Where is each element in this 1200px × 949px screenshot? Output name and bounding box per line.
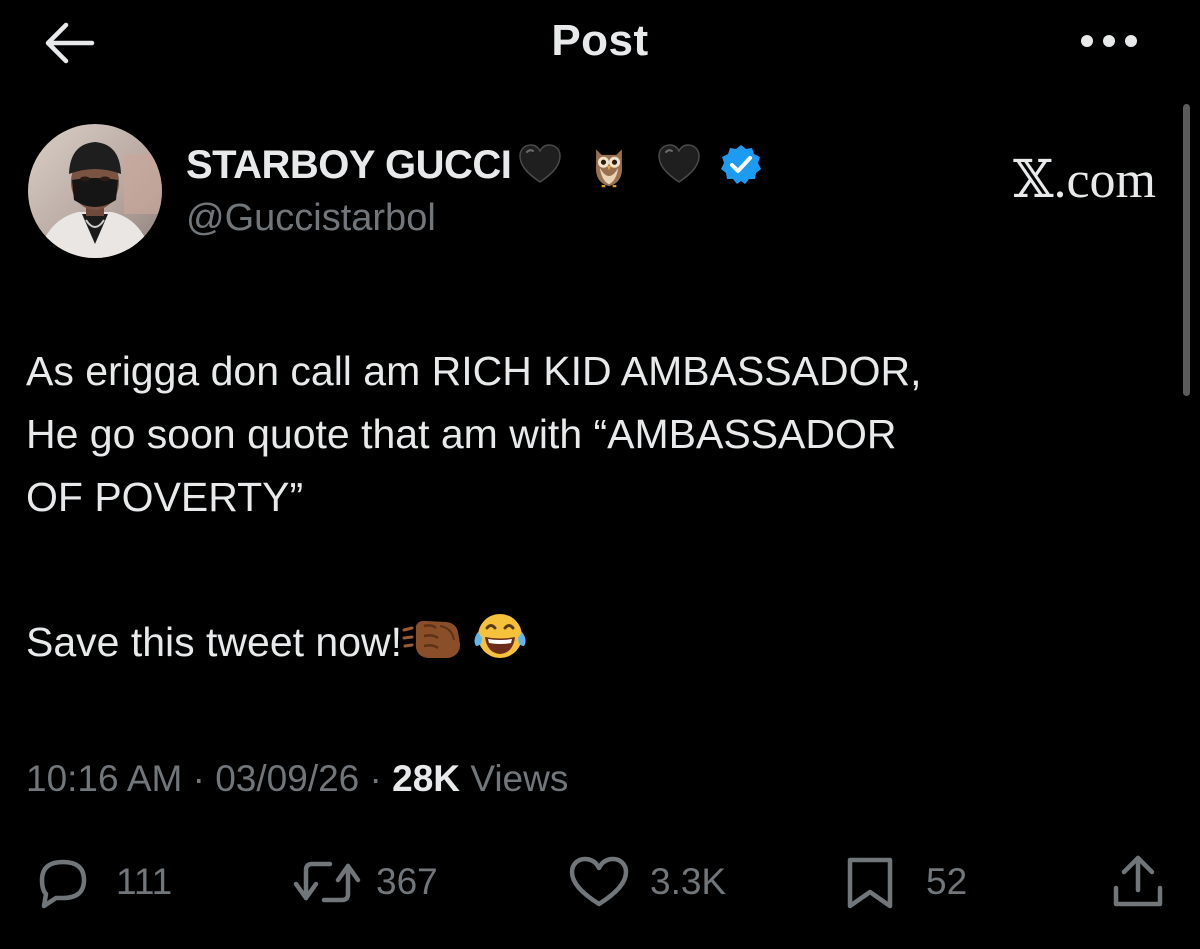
tears-of-joy-emoji-icon xyxy=(474,614,526,658)
author-name[interactable]: STARBOY GUCCI xyxy=(186,143,512,188)
repost-count: 367 xyxy=(376,861,438,902)
tweet-date: 03/09/26 xyxy=(215,758,360,799)
scrollbar[interactable] xyxy=(1183,104,1190,396)
tweet-line-last: Save this tweet now! xyxy=(26,610,1156,673)
fist-bump-emoji-icon xyxy=(402,620,461,658)
like-icon xyxy=(569,856,629,907)
reply-count: 111 xyxy=(116,861,173,902)
tweet-text: As erigga don call am RICH KID AMBASSADO… xyxy=(26,340,1156,673)
tweet-line: As erigga don call am RICH KID AMBASSADO… xyxy=(26,348,922,394)
black-heart-icon xyxy=(658,144,701,183)
author-name-row[interactable]: STARBOY GUCCI xyxy=(186,140,763,190)
tweet-line: He go soon quote that am with “AMBASSADO… xyxy=(26,411,897,457)
like-button[interactable]: 3.3K xyxy=(566,850,726,914)
tweet-meta: 10:16 AM · 03/09/26 · 28K Views xyxy=(26,758,568,800)
avatar[interactable] xyxy=(28,124,162,258)
like-count: 3.3K xyxy=(650,861,727,902)
tweet-line: OF POVERTY” xyxy=(26,474,304,520)
top-bar: Post xyxy=(0,0,1200,90)
reply-icon xyxy=(39,859,87,909)
bookmark-button[interactable]: 52 xyxy=(842,850,967,914)
watermark: 𝕏.com xyxy=(1013,152,1156,209)
tweet-time: 10:16 AM xyxy=(26,758,183,799)
action-bar: 111 367 3.3K 52 xyxy=(0,850,1200,914)
more-button[interactable] xyxy=(1076,26,1142,56)
views-count[interactable]: 28K xyxy=(392,758,460,799)
share-icon xyxy=(1113,855,1163,907)
share-button[interactable] xyxy=(1110,850,1166,914)
meta-separator: · xyxy=(359,758,393,799)
verified-badge-icon[interactable] xyxy=(719,142,763,188)
black-heart-icon xyxy=(519,144,562,183)
tweet-last-text: Save this tweet now! xyxy=(26,619,403,665)
more-horizontal-icon xyxy=(1081,35,1137,47)
owl-emoji-icon xyxy=(596,149,623,188)
page-title: Post xyxy=(551,16,649,65)
bookmark-icon xyxy=(847,857,893,909)
bookmark-count: 52 xyxy=(926,861,968,902)
views-label: Views xyxy=(470,758,569,799)
author-handle[interactable]: @Guccistarbol xyxy=(186,197,436,240)
meta-separator: · xyxy=(182,758,216,799)
reply-button[interactable]: 111 xyxy=(30,850,172,914)
repost-icon xyxy=(293,861,361,903)
avatar-image xyxy=(28,124,162,258)
repost-button[interactable]: 367 xyxy=(290,850,438,914)
